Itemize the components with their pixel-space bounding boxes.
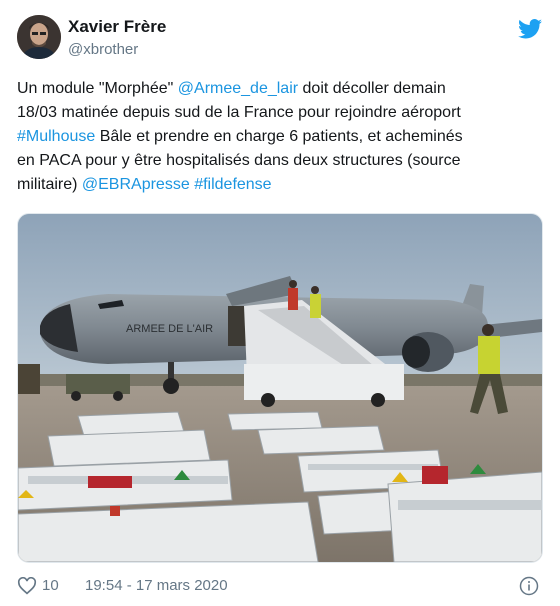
avatar[interactable]: [17, 15, 61, 59]
timestamp[interactable]: 19:54 - 17 mars 2020: [85, 577, 228, 594]
mention-link[interactable]: @EBRApresse: [82, 176, 190, 193]
like-count[interactable]: 10: [42, 577, 59, 594]
hashtag-link[interactable]: #Mulhouse: [17, 128, 95, 145]
hashtag-link[interactable]: #fildefense: [194, 176, 271, 193]
photo-aircraft-loading: ARMEE DE L'AIR: [18, 214, 542, 562]
tweet-photo[interactable]: ARMEE DE L'AIR: [17, 213, 543, 563]
tweet-text-segment: militaire): [17, 176, 82, 193]
heart-icon[interactable]: [17, 577, 37, 595]
tweet-text-segment: en PACA pour y être hospitalisés dans de…: [17, 152, 461, 169]
tweet-text-segment: doit décoller demain: [298, 80, 446, 97]
tweet-text-segment: Un module "Morphée": [17, 80, 178, 97]
author-name[interactable]: Xavier Frère: [68, 17, 166, 37]
tweet-text: Un module "Morphée" @Armee_de_lair doit …: [17, 77, 545, 197]
aircraft-marking: ARMEE DE L'AIR: [126, 323, 213, 335]
mention-link[interactable]: @Armee_de_lair: [178, 80, 298, 97]
tweet-text-segment: Bâle et prendre en charge 6 patients, et…: [95, 128, 463, 145]
tweet-text-segment: 18/03 matinée depuis sud de la France po…: [17, 104, 461, 121]
tweet-text-line: #Mulhouse Bâle et prendre en charge 6 pa…: [17, 125, 545, 149]
tweet-card: Xavier Frère @xbrother Un module "Morphé…: [0, 0, 560, 606]
info-icon[interactable]: [519, 576, 539, 596]
tweet-text-line: en PACA pour y être hospitalisés dans de…: [17, 149, 545, 173]
tweet-footer: 10 19:54 - 17 mars 2020: [17, 576, 541, 596]
tweet-text-line: militaire) @EBRApresse #fildefense: [17, 173, 545, 197]
tweet-text-line: Un module "Morphée" @Armee_de_lair doit …: [17, 77, 545, 101]
author-handle[interactable]: @xbrother: [68, 41, 138, 58]
tweet-text-line: 18/03 matinée depuis sud de la France po…: [17, 101, 545, 125]
twitter-bird-icon[interactable]: [518, 18, 542, 40]
